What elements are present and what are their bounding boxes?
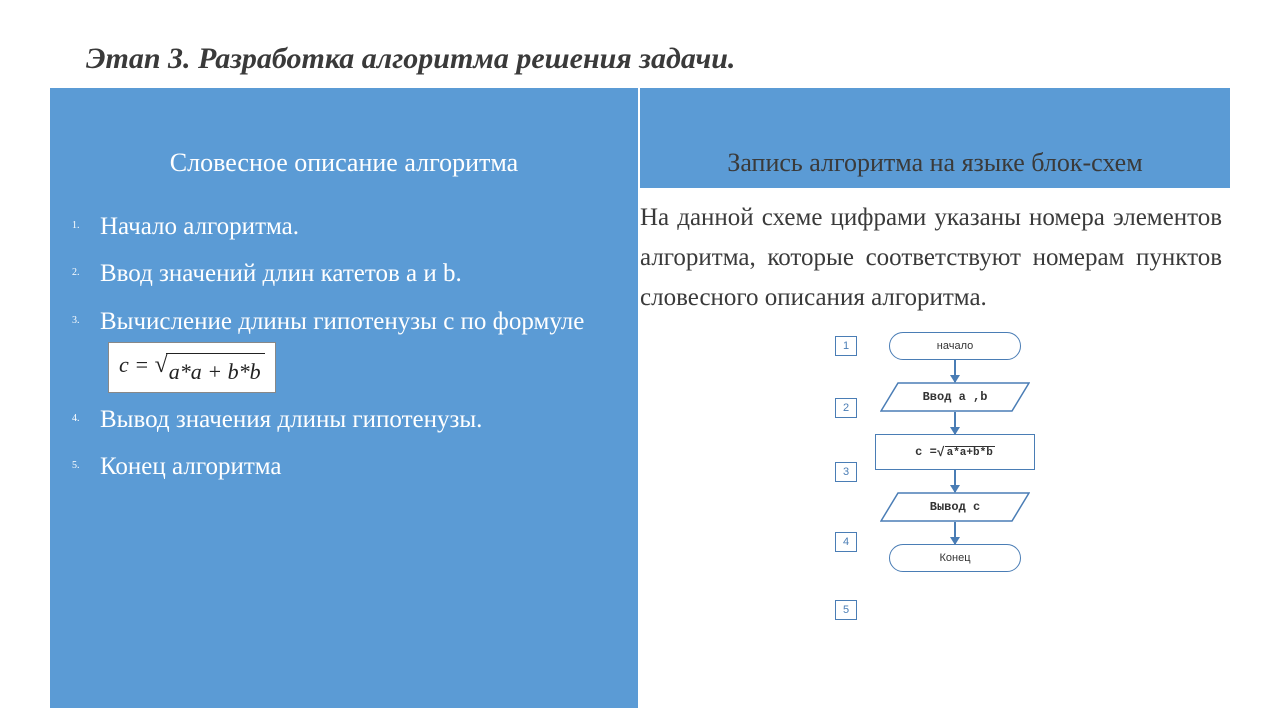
flowchart-output: Вывод с <box>880 492 1030 522</box>
header-label-left: Словесное описание алгоритма <box>50 148 638 178</box>
left-column: Начало алгоритма. Ввод значений длин кат… <box>50 188 640 708</box>
flowchart-process-radicand: a*a+b*b <box>945 446 995 459</box>
arrow-icon <box>954 360 956 382</box>
formula-radicand: a*a + b*b <box>166 353 265 390</box>
flowchart-input-text: Ввод a ,b <box>923 390 988 404</box>
step-item: Конец алгоритма <box>60 446 608 487</box>
step-text: Конец алгоритма <box>100 453 282 480</box>
step-item: Вывод значения длины гипотенузы. <box>60 399 608 440</box>
flowchart: 1 2 3 4 5 начало <box>640 332 1230 620</box>
arrow-icon <box>954 412 956 434</box>
table-body-row: Начало алгоритма. Ввод значений длин кат… <box>50 188 1230 708</box>
flowchart-number: 4 <box>835 532 857 552</box>
header-label-right: Запись алгоритма на языке блок-схем <box>640 148 1230 178</box>
flowchart-number: 3 <box>835 462 857 482</box>
flowchart-end: Конец <box>889 544 1021 572</box>
sqrt-icon: √a*a + b*b <box>155 353 265 390</box>
header-cell-left: Словесное описание алгоритма <box>50 88 640 188</box>
flowchart-start: начало <box>889 332 1021 360</box>
formula-lhs: c = <box>119 352 155 377</box>
steps-list: Начало алгоритма. Ввод значений длин кат… <box>60 206 608 488</box>
step-text: Ввод значений длин катетов a и b. <box>100 260 462 287</box>
step-text: Вывод значения длины гипотенузы. <box>100 406 482 433</box>
flowchart-process-lhs: c = <box>915 445 937 459</box>
content-table: Словесное описание алгоритма Запись алго… <box>50 86 1230 708</box>
step-item: Вычисление длины гипотенузы с по формуле… <box>60 301 608 394</box>
flowchart-input: Ввод a ,b <box>880 382 1030 412</box>
flowchart-output-text: Вывод с <box>930 500 980 514</box>
step-text: Начало алгоритма. <box>100 213 299 240</box>
right-paragraph: На данной схеме цифрами указаны номера э… <box>640 198 1230 318</box>
step-item: Начало алгоритма. <box>60 206 608 247</box>
slide: Этап 3. Разработка алгоритма решения зад… <box>0 0 1280 720</box>
arrow-icon <box>954 522 956 544</box>
sqrt-icon: √a*a+b*b <box>937 446 995 459</box>
header-cell-right: Запись алгоритма на языке блок-схем <box>640 88 1230 188</box>
slide-title: Этап 3. Разработка алгоритма решения зад… <box>86 42 1230 76</box>
flowchart-numbers-column: 1 2 3 4 5 <box>835 332 875 620</box>
flowchart-number: 2 <box>835 398 857 418</box>
flowchart-number: 1 <box>835 336 857 356</box>
step-item: Ввод значений длин катетов a и b. <box>60 253 608 294</box>
formula-box: c = √a*a + b*b <box>108 342 276 393</box>
flowchart-shapes-column: начало Ввод a ,b c = √a*a+b*b <box>875 332 1035 620</box>
flowchart-number: 5 <box>835 600 857 620</box>
step-text: Вычисление длины гипотенузы с по формуле <box>100 308 584 335</box>
arrow-icon <box>954 470 956 492</box>
table-header-row: Словесное описание алгоритма Запись алго… <box>50 88 1230 188</box>
flowchart-process: c = √a*a+b*b <box>875 434 1035 470</box>
right-column: На данной схеме цифрами указаны номера э… <box>640 188 1230 708</box>
